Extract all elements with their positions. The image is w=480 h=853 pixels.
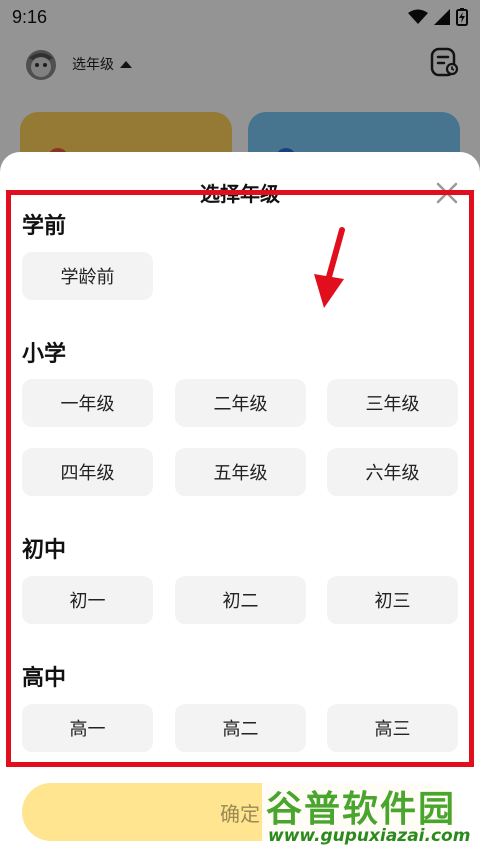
- watermark-text: 谷普软件园: [266, 789, 457, 830]
- arrow-down-icon: [314, 227, 345, 308]
- watermark-logo: 谷普软件园 www.gupuxiazai.com: [262, 776, 480, 853]
- watermark-url: www.gupuxiazai.com: [268, 826, 471, 846]
- highlight-frame: [6, 190, 474, 767]
